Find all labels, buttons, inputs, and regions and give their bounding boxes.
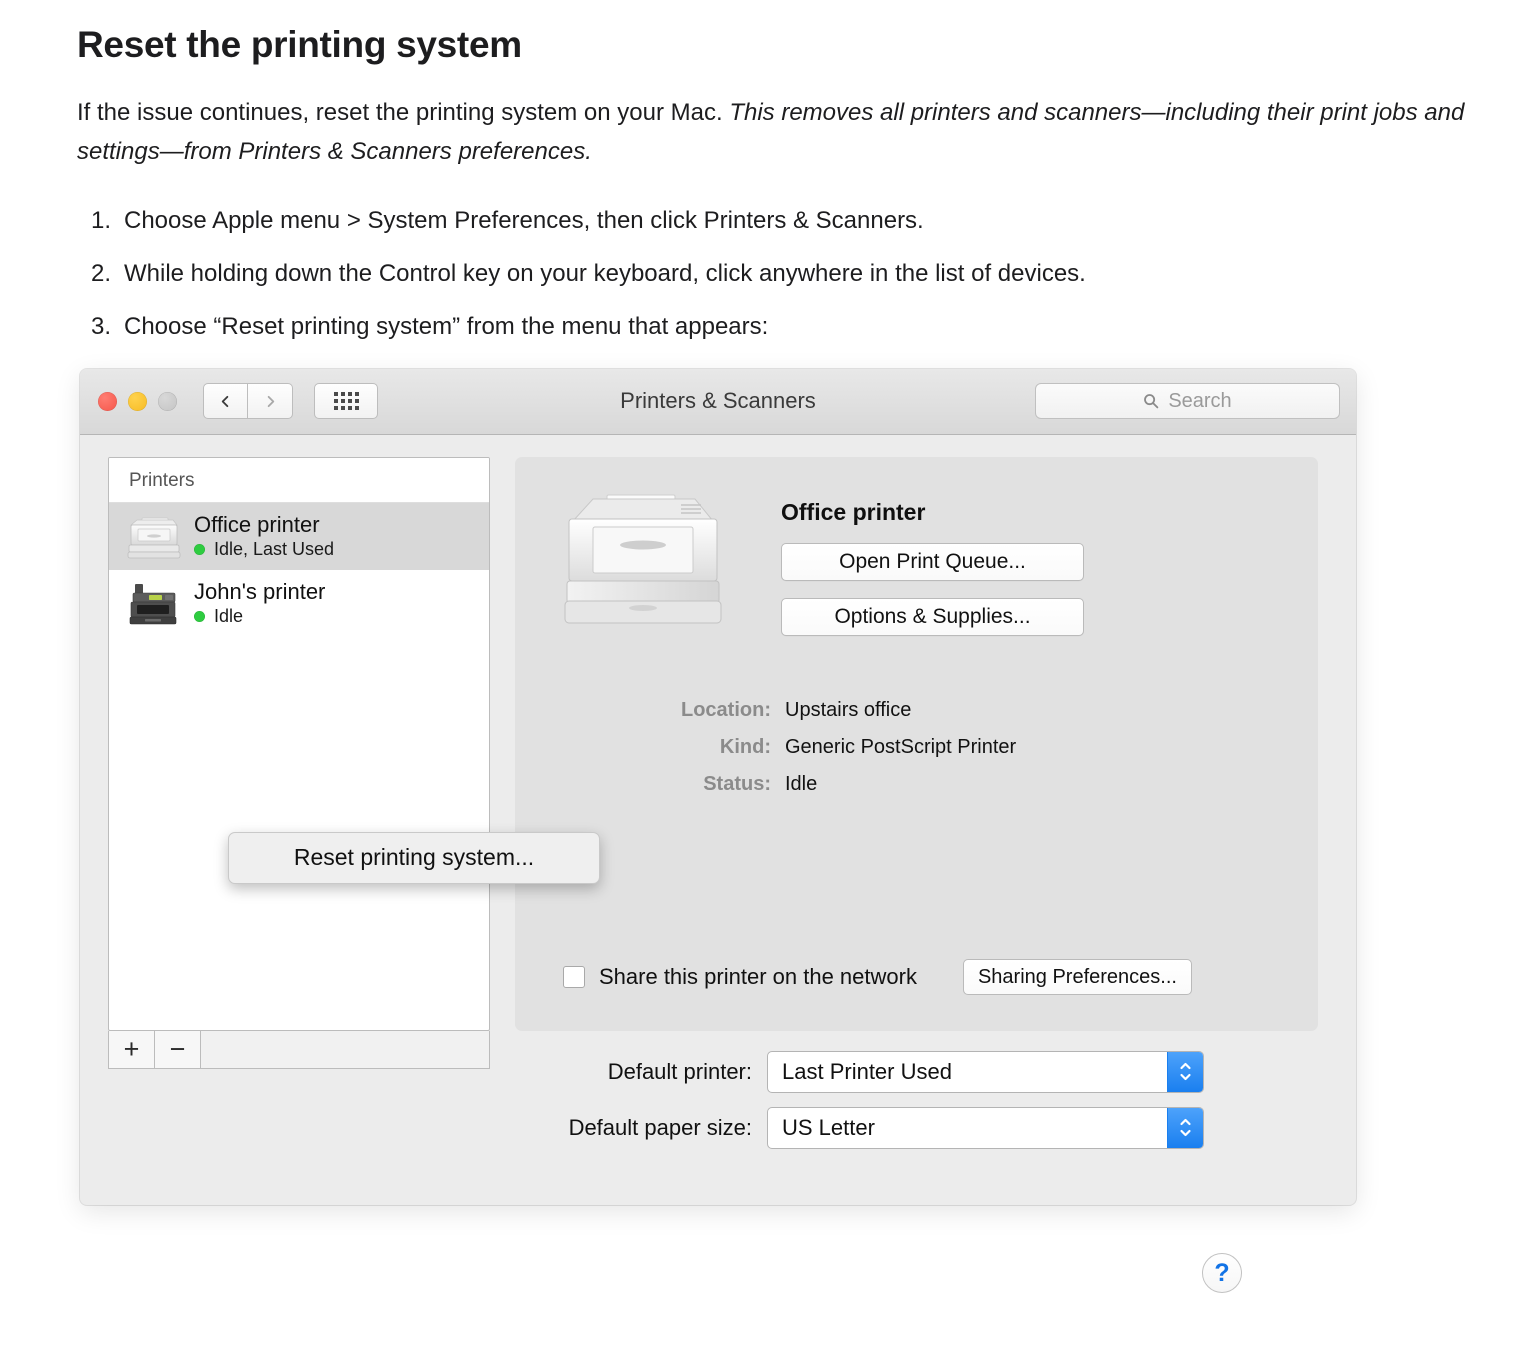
default-printer-label: Default printer: [607,1058,752,1084]
status-dot-icon [194,544,205,556]
article-body: Reset the printing system If the issue c… [0,0,1536,347]
zoom-button-icon[interactable] [158,391,177,411]
info-label: Status: [703,772,771,795]
multifunction-printer-icon [129,584,177,625]
search-input[interactable]: Search [1035,383,1340,420]
info-label: Kind: [719,735,771,758]
laser-printer-icon [127,517,181,559]
printer-status: Idle [194,606,325,627]
window-titlebar: Printers & Scanners Search [80,368,1356,435]
laser-printer-large-icon [564,494,722,624]
info-row-kind: Kind: Generic PostScript Printer [545,736,1318,759]
add-printer-button[interactable]: + [109,1030,155,1068]
info-label: Location: [681,698,771,721]
default-printer-row: Default printer: Last Printer Used [515,1050,1318,1093]
sidebar-item-office-printer[interactable]: Office printer Idle, Last Used [109,502,489,570]
intro-plain-text: If the issue continues, reset the printi… [77,99,730,127]
default-settings-rows: Default printer: Last Printer Used Defau… [515,1050,1318,1163]
info-row-status: Status: Idle [545,773,1318,796]
search-icon [1144,394,1159,409]
back-button[interactable] [203,383,248,420]
stepper-arrows-icon[interactable] [1167,1051,1203,1092]
printers-list-header: Printers [109,457,489,503]
intro-paragraph: If the issue continues, reset the printi… [60,94,1470,172]
info-value: Upstairs office [785,698,912,721]
share-printer-row: Share this printer on the network Sharin… [563,958,1288,995]
printer-entry-text: Office printer Idle, Last Used [194,512,334,560]
steps-list: Choose Apple menu > System Preferences, … [60,202,1476,347]
sidebar-item-johns-printer[interactable]: John's printer Idle [109,570,489,637]
navigation-buttons [203,383,293,420]
minimize-button-icon[interactable] [128,391,147,411]
close-button-icon[interactable] [98,391,117,411]
step-item: Choose Apple menu > System Preferences, … [77,202,924,241]
printer-detail-panel: Office printer Open Print Queue... Optio… [515,456,1318,1031]
printer-status: Idle, Last Used [194,539,334,560]
show-all-button[interactable] [314,383,378,420]
default-paper-size-row: Default paper size: US Letter [515,1106,1318,1149]
share-printer-label: Share this printer on the network [599,963,917,989]
printers-scanners-window: Printers & Scanners Search Printers Offi… [80,368,1356,1205]
default-paper-size-label: Default paper size: [568,1114,752,1140]
remove-printer-button[interactable]: − [155,1030,201,1068]
forward-button[interactable] [248,383,293,420]
printers-list: Printers Office printer Idle, Last Used … [108,456,490,1031]
printer-name: John's printer [194,578,326,604]
show-all-grid-icon [333,392,359,411]
search-placeholder: Search [1168,389,1232,412]
printer-entry-text: John's printer Idle [194,579,325,627]
detail-device-name: Office printer [781,498,926,525]
default-paper-size-value: US Letter [782,1114,875,1140]
menu-item-reset-printing-system[interactable]: Reset printing system... [294,844,534,871]
status-dot-icon [194,611,205,623]
printer-status-text: Idle, Last Used [214,539,335,560]
step-item: Choose “Reset printing system” from the … [77,308,769,347]
chevron-right-icon [267,395,274,407]
context-menu[interactable]: Reset printing system... [228,831,600,884]
help-button[interactable]: ? [1202,1253,1242,1293]
detail-header: Office printer Open Print Queue... Optio… [515,457,1318,639]
info-row-location: Location: Upstairs office [545,699,1318,722]
window-body: Printers Office printer Idle, Last Used … [80,435,1356,1205]
info-value: Idle [785,772,818,795]
open-print-queue-button[interactable]: Open Print Queue... [781,542,1084,581]
step-item: While holding down the Control key on yo… [77,255,1086,294]
traffic-light-group [98,391,177,411]
info-value: Generic PostScript Printer [785,735,1017,758]
default-printer-value: Last Printer Used [782,1058,952,1084]
page-title: Reset the printing system [77,24,522,65]
printer-status-text: Idle [214,606,244,627]
chevron-left-icon [221,395,229,407]
options-and-supplies-button[interactable]: Options & Supplies... [781,597,1084,636]
default-printer-select[interactable]: Last Printer Used [767,1050,1204,1093]
detail-info-column: Office printer Open Print Queue... Optio… [731,479,1084,639]
share-printer-checkbox[interactable] [563,965,585,988]
printer-name: Office printer [194,511,320,537]
stepper-arrows-icon[interactable] [1167,1107,1203,1148]
printers-list-toolbar: + − [108,1030,490,1069]
printer-info-list: Location: Upstairs office Kind: Generic … [515,699,1318,796]
default-paper-size-select[interactable]: US Letter [767,1106,1204,1149]
sharing-preferences-button[interactable]: Sharing Preferences... [962,958,1192,995]
